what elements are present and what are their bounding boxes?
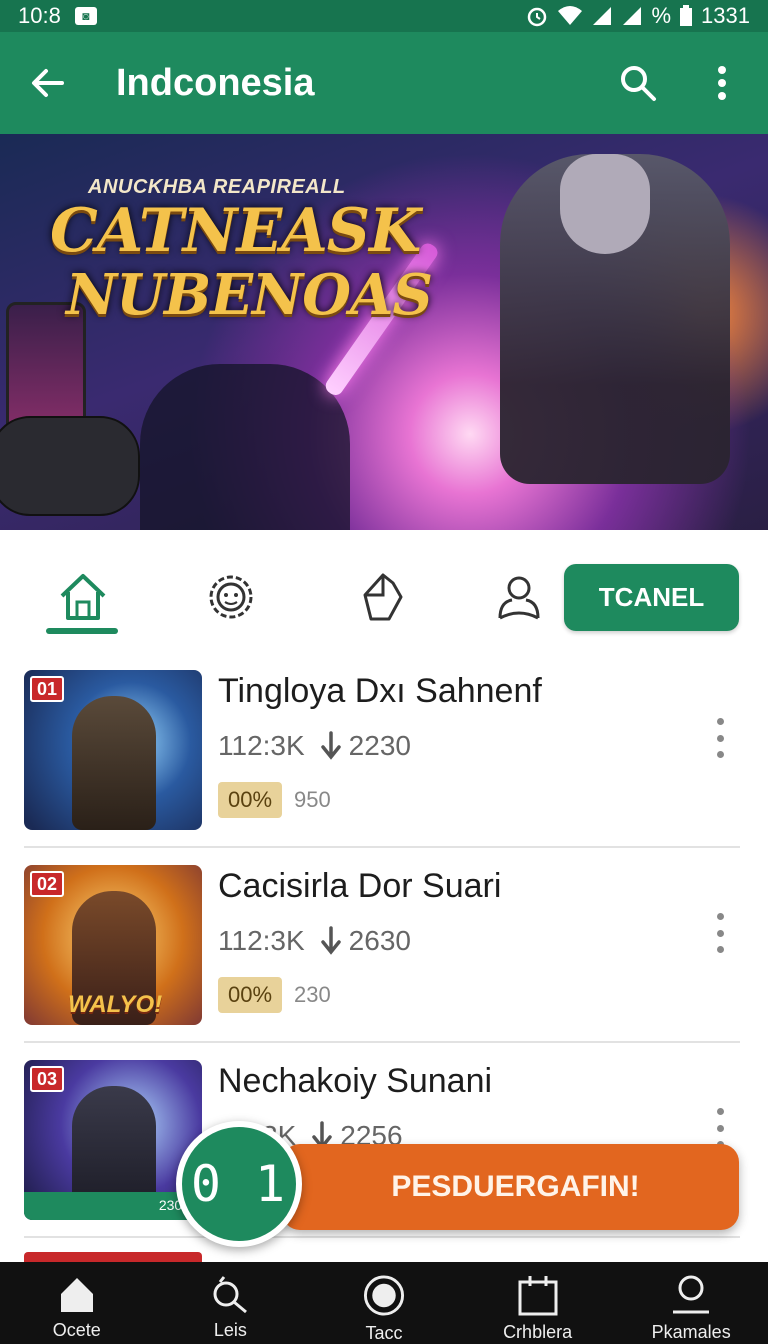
nav-label: Leis	[213, 1320, 247, 1340]
nav-label: Tacc	[365, 1323, 403, 1343]
battery-icon	[680, 5, 693, 26]
game-title: Cacisirla Dor Suari	[218, 867, 502, 905]
wifi-icon	[558, 6, 583, 25]
signal-icon-2	[623, 7, 642, 25]
percent-badge: 00%	[218, 977, 283, 1013]
calendar-icon	[518, 1276, 558, 1316]
game-thumbnail: 02 WALYO!	[24, 865, 202, 1025]
nav-item-calendar[interactable]: Crhblera	[461, 1262, 615, 1344]
rating-row: 00% 950	[218, 782, 331, 818]
hero-title-line2: NUBENOAS	[66, 262, 433, 328]
tab-home[interactable]	[48, 562, 118, 632]
hero-crowd-art	[140, 364, 350, 530]
download-icon	[320, 731, 341, 760]
next-item-peek	[24, 1252, 202, 1262]
list-item[interactable]: 01 Tingloya Dxı Sahnenf 112:3K 2230 00% …	[0, 648, 768, 844]
download-count: 2630	[348, 925, 411, 956]
game-title: Tingloya Dxı Sahnenf	[218, 672, 542, 710]
person-icon	[498, 576, 540, 620]
rating-row: 00% 230	[218, 977, 331, 1013]
download-icon	[320, 926, 341, 955]
item-more-icon[interactable]	[708, 718, 732, 758]
nav-item-home[interactable]: Ocete	[0, 1262, 154, 1344]
notification-icon: ◙	[74, 7, 97, 25]
nav-item-search[interactable]: Leis	[154, 1262, 308, 1344]
thumbnail-logo-text: WALYO!	[68, 991, 163, 1018]
cta-button[interactable]: PESDUERGAFIN!	[282, 1144, 739, 1230]
player-count: 112:3K	[218, 730, 305, 761]
rank-badge: 02	[30, 871, 64, 897]
active-tab-indicator	[46, 628, 118, 634]
gear-face-icon	[209, 575, 253, 619]
signal-icon	[593, 7, 612, 25]
game-thumbnail: 03 2309	[24, 1060, 202, 1220]
tab-profile[interactable]	[484, 562, 554, 632]
divider	[24, 1236, 740, 1238]
battery-percent-sign: %	[651, 3, 672, 28]
item-more-icon[interactable]	[708, 1108, 732, 1148]
nav-item-profile[interactable]: Pkamales	[614, 1262, 768, 1344]
alarm-icon	[528, 7, 547, 27]
search-icon[interactable]	[616, 61, 660, 105]
percent-badge: 00%	[218, 782, 283, 818]
status-bar: 10:8 ◙ % 1331	[0, 0, 768, 32]
more-vert-icon[interactable]	[700, 61, 744, 105]
home-icon	[60, 574, 106, 620]
search-icon	[213, 1276, 248, 1314]
nav-label: Crhblera	[503, 1322, 573, 1342]
hero-gamepad-art	[0, 416, 140, 516]
tab-tags[interactable]	[348, 562, 418, 632]
battery-text: 1331	[701, 3, 750, 28]
home-icon	[60, 1278, 93, 1312]
game-thumbnail: 01	[24, 670, 202, 830]
nav-label: Ocete	[52, 1320, 101, 1340]
back-arrow-icon[interactable]	[24, 59, 72, 107]
game-title: Nechakoiy Sunani	[218, 1062, 493, 1100]
rank-badge: 03	[30, 1066, 64, 1092]
tcanel-button[interactable]: TCANEL	[564, 564, 739, 631]
tab-settings[interactable]	[196, 562, 266, 632]
item-more-icon[interactable]	[708, 913, 732, 953]
rank-badge: 01	[30, 676, 64, 702]
nav-label: Pkamales	[651, 1322, 731, 1342]
category-tabs: TCANEL	[0, 530, 768, 648]
rating-count: 230	[294, 982, 331, 1007]
download-count: 2230	[348, 730, 411, 761]
profile-icon	[673, 1275, 710, 1314]
hero-knight-head-art	[560, 154, 650, 254]
player-count: 112:3K	[218, 925, 305, 956]
list-item[interactable]: 02 WALYO! Cacisirla Dor Suari 112:3K 263…	[0, 843, 768, 1039]
hero-title-line1: CATNEASK	[50, 196, 421, 266]
rating-count: 950	[294, 787, 331, 812]
thumbnail-footer: 2309	[24, 1192, 202, 1220]
fab-button[interactable]: 0 1	[176, 1121, 302, 1247]
circle-icon	[363, 1275, 405, 1316]
thumbnail-figure-art	[72, 696, 156, 830]
tag-icon	[363, 573, 403, 621]
nav-item-circle[interactable]: Tacc	[307, 1262, 461, 1344]
app-bar: Indconesia	[0, 32, 768, 134]
hero-banner[interactable]: ANUCKHBA REAPIREALL CATNEASK NUBENOAS	[0, 134, 768, 530]
page-title: Indconesia	[116, 61, 315, 104]
game-stats: 112:3K 2630	[218, 925, 411, 957]
game-stats: 112:3K 2230	[218, 730, 411, 762]
bottom-nav: Ocete Leis Tacc Crhblera Pkamales	[0, 1262, 768, 1344]
status-time: 10:8	[18, 3, 61, 28]
